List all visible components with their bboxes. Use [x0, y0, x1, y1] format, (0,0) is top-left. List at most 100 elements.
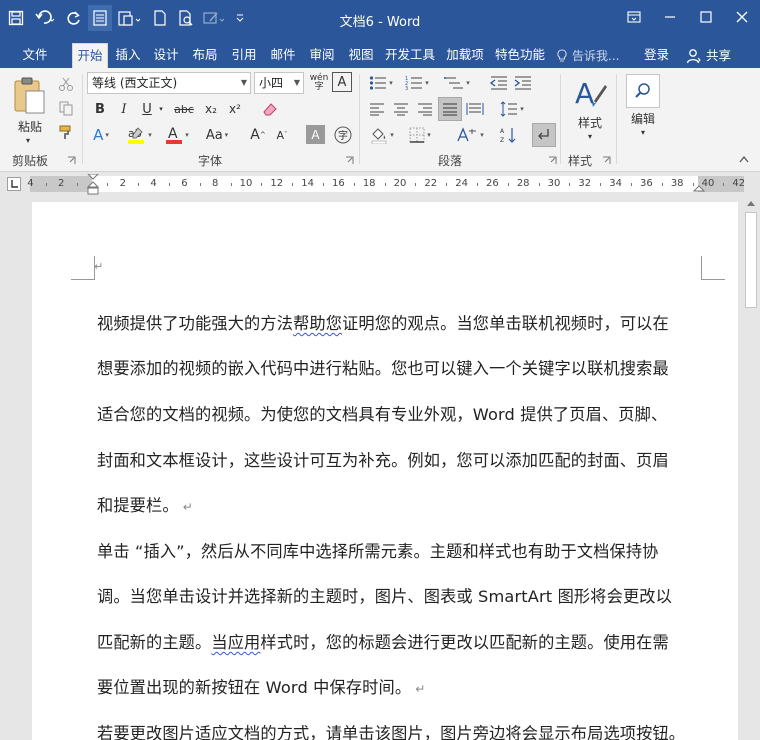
- indent-markers-icon[interactable]: [87, 174, 99, 196]
- bullets-button[interactable]: ▾: [366, 72, 396, 94]
- tab-insert[interactable]: 插入: [112, 43, 144, 68]
- superscript-button[interactable]: x²: [224, 98, 246, 120]
- grow-font-button[interactable]: A ^: [248, 124, 268, 146]
- bold-button[interactable]: B: [90, 98, 110, 120]
- font-name-combo[interactable]: 等线 (西文正文) ▼: [87, 72, 251, 94]
- shrink-font-button[interactable]: Aˇ: [272, 124, 292, 146]
- tab-featured[interactable]: 特色功能: [494, 43, 546, 68]
- text-line[interactable]: 若要更改图片适应文档的方式，请单击该图片，图片旁边将会显示布局选项按钮。: [97, 720, 685, 740]
- minimize-button[interactable]: [652, 0, 688, 34]
- numbering-button[interactable]: 1 2 3 ▾: [402, 72, 432, 94]
- styles-gallery-button[interactable]: A: [568, 74, 612, 114]
- text-line[interactable]: 匹配新的主题。当应用样式时，您的标题会进行更改以匹配新的主题。使用在需: [97, 629, 669, 653]
- font-size-combo[interactable]: 小四 ▼: [254, 72, 304, 94]
- phonetic-guide-button[interactable]: wén 字: [308, 72, 330, 94]
- change-case-button[interactable]: Aa ▾: [200, 124, 234, 146]
- text-line[interactable]: 视频提供了功能强大的方法帮助您证明您的观点。当您单击联机视频时，可以在: [97, 310, 669, 334]
- enclose-characters-button[interactable]: 字: [332, 124, 354, 146]
- decrease-indent-icon[interactable]: [488, 72, 510, 94]
- styles-dropdown-icon[interactable]: ▾: [580, 130, 600, 142]
- tab-add-ins[interactable]: 加载项: [442, 43, 488, 68]
- text-line[interactable]: 要位置出现的新按钮在 Word 中保存时间。 ↵: [97, 674, 425, 698]
- tab-layout[interactable]: 布局: [189, 43, 221, 68]
- italic-button[interactable]: I: [114, 98, 134, 120]
- align-left-icon[interactable]: [366, 98, 388, 120]
- distributed-icon[interactable]: [464, 98, 486, 120]
- increase-indent-icon[interactable]: [512, 72, 534, 94]
- copy-icon[interactable]: [56, 98, 76, 118]
- eraser-icon[interactable]: [258, 98, 282, 120]
- vertical-scrollbar[interactable]: [742, 196, 760, 740]
- share-button[interactable]: 共享: [686, 43, 748, 68]
- paste-button[interactable]: [10, 74, 50, 118]
- tab-view[interactable]: 视图: [345, 43, 377, 68]
- subscript-button[interactable]: x₂: [200, 98, 222, 120]
- collapse-ribbon-icon[interactable]: [736, 152, 752, 166]
- tab-developer[interactable]: 开发工具: [384, 43, 436, 68]
- underline-button[interactable]: U: [138, 98, 156, 120]
- text-line[interactable]: 和提要栏。 ↵: [97, 492, 193, 516]
- clipboard-group-label: 剪贴板: [12, 154, 49, 168]
- tab-review[interactable]: 审阅: [306, 43, 338, 68]
- paste-icon[interactable]: [114, 5, 146, 31]
- ruler-tick: [384, 183, 386, 186]
- tab-design[interactable]: 设计: [150, 43, 182, 68]
- text-line[interactable]: 调。当您单击设计并选择新的主题时，图片、图表或 SmartArt 图形将会更改以: [97, 583, 672, 607]
- text-line[interactable]: 单击 “插入”，然后从不同库中选择所需元素。主题和样式也有助于文档保持协: [97, 538, 659, 562]
- document-view-icon[interactable]: [88, 5, 112, 31]
- maximize-button[interactable]: [688, 0, 724, 34]
- undo-icon[interactable]: [30, 5, 60, 31]
- multilevel-list-button[interactable]: ▾: [440, 72, 474, 94]
- ruler-tick: [538, 183, 540, 186]
- new-document-icon[interactable]: [148, 5, 172, 31]
- document-area: ↵ 视频提供了功能强大的方法帮助您证明您的观点。当您单击联机视频时，可以在 想要…: [0, 196, 742, 740]
- save-icon[interactable]: [4, 5, 28, 31]
- ribbon-display-options-button[interactable]: [616, 0, 652, 34]
- document-page[interactable]: ↵ 视频提供了功能强大的方法帮助您证明您的观点。当您单击联机视频时，可以在 想要…: [32, 202, 738, 740]
- redo-icon[interactable]: [62, 5, 86, 31]
- clear-formatting-box-button[interactable]: A: [332, 72, 352, 92]
- align-right-icon[interactable]: [414, 98, 436, 120]
- clipboard-launcher-icon[interactable]: [67, 156, 76, 165]
- text-line[interactable]: 想要添加的视频的嵌入代码中进行粘贴。您也可以键入一个关键字以联机搜索最: [97, 355, 669, 379]
- font-launcher-icon[interactable]: [345, 156, 354, 165]
- show-formatting-marks-button[interactable]: [532, 123, 556, 147]
- highlight-button[interactable]: ab▾: [124, 124, 154, 146]
- ruler-number: 8: [212, 178, 219, 189]
- character-shading-button[interactable]: A: [306, 125, 325, 144]
- tab-home[interactable]: 开始: [72, 43, 108, 68]
- text-effects-button[interactable]: A ▾: [90, 124, 112, 146]
- close-button[interactable]: [724, 0, 760, 34]
- paragraph-mark: ↵: [415, 682, 426, 696]
- sort-icon[interactable]: AZ: [498, 124, 520, 146]
- chinese-layout-button[interactable]: ▾: [452, 124, 488, 146]
- scrollbar-thumb[interactable]: [745, 212, 757, 308]
- editing-dropdown-icon[interactable]: ▾: [633, 126, 653, 138]
- styles-launcher-icon[interactable]: [602, 156, 611, 165]
- borders-button[interactable]: ▾: [404, 124, 436, 146]
- tab-mailings[interactable]: 邮件: [267, 43, 299, 68]
- text-line[interactable]: 适合您的文档的视频。为使您的文档具有专业外观，Word 提供了页眉、页脚、: [97, 401, 667, 425]
- justify-icon[interactable]: [438, 97, 462, 121]
- print-preview-icon[interactable]: [174, 5, 198, 31]
- find-button[interactable]: [626, 74, 660, 108]
- tab-file[interactable]: 文件: [10, 43, 60, 68]
- tell-me-box[interactable]: 告诉我...: [556, 43, 619, 68]
- tab-selector[interactable]: [7, 177, 21, 191]
- line-spacing-button[interactable]: ▾: [496, 98, 528, 120]
- login-link[interactable]: 登录: [644, 43, 674, 67]
- scroll-up-icon[interactable]: [742, 196, 760, 210]
- shading-button[interactable]: ▾: [366, 124, 398, 146]
- format-painter-icon[interactable]: [56, 122, 76, 142]
- customize-toolbar-icon[interactable]: [232, 5, 248, 31]
- horizontal-ruler[interactable]: 4 2 2 4 6 8 10 12 14 16 18 20 22 24 26 28 30 32 34 36 38 40 42: [27, 174, 745, 195]
- paste-dropdown-icon[interactable]: ▾: [18, 134, 38, 146]
- font-color-button[interactable]: A ▾: [162, 124, 192, 146]
- underline-dropdown-icon[interactable]: ▾: [156, 98, 166, 120]
- text-line[interactable]: 封面和文本框设计，这些设计可互为补充。例如，您可以添加匹配的封面、页眉: [97, 447, 669, 471]
- align-center-icon[interactable]: [390, 98, 412, 120]
- strikethrough-button[interactable]: abc: [170, 98, 198, 120]
- cut-icon[interactable]: [56, 74, 76, 94]
- tab-references[interactable]: 引用: [228, 43, 260, 68]
- paragraph-launcher-icon[interactable]: [548, 156, 557, 165]
